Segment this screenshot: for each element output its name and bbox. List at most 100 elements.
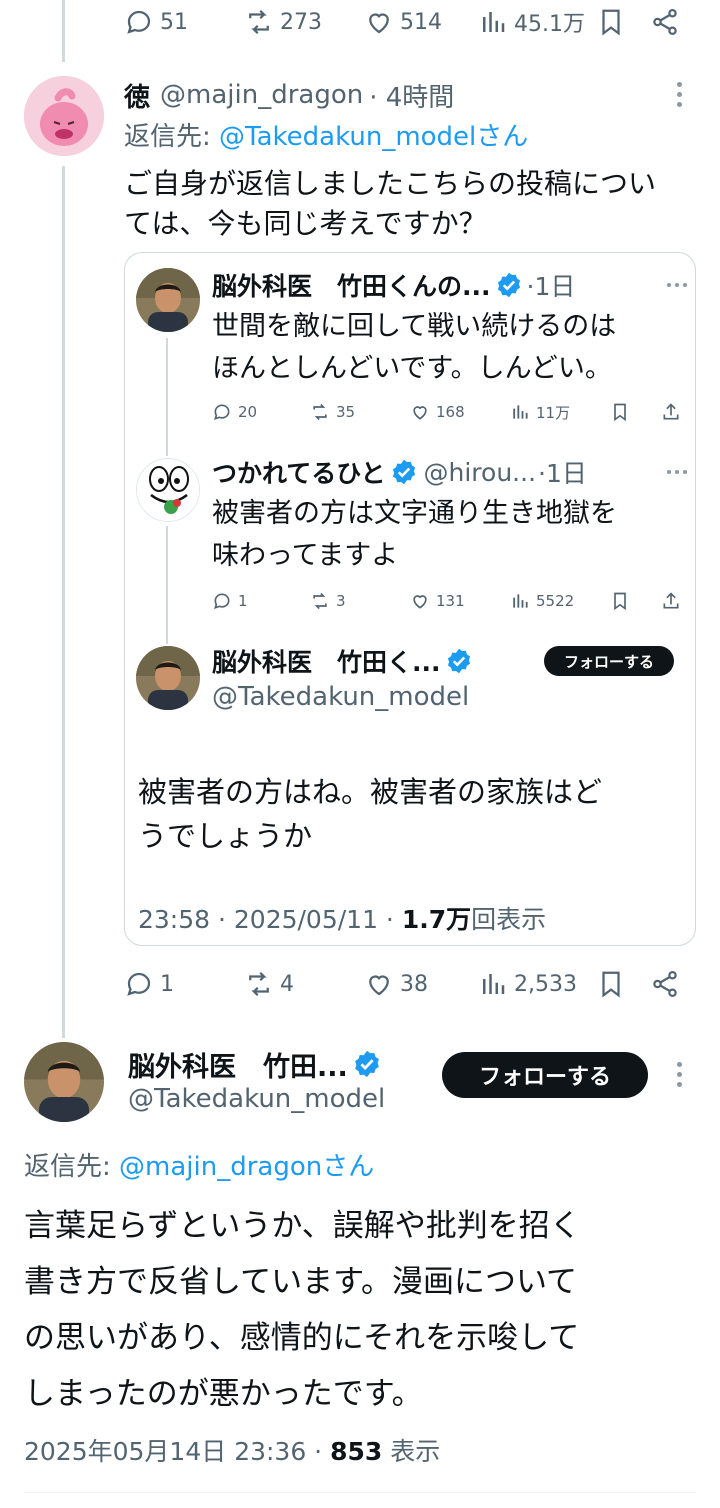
avatar-majin-dragon[interactable] xyxy=(24,76,104,156)
author-name[interactable]: 脳外科医 竹田くんの... xyxy=(212,267,491,303)
more-options-icon[interactable] xyxy=(677,1062,682,1087)
avatar-takeda[interactable] xyxy=(136,646,200,710)
bookmark-icon xyxy=(602,971,620,998)
bookmark-button[interactable] xyxy=(610,586,630,616)
quote2-text: 被害者の方は文字通り生き地獄を 味わってますよ xyxy=(212,493,617,577)
like-button[interactable]: 168 xyxy=(410,397,465,427)
share-button[interactable] xyxy=(661,586,681,616)
replying-prefix: 返信先: xyxy=(24,1152,120,1182)
retweet-button[interactable]: 3 xyxy=(310,586,346,616)
follow-button[interactable]: フォローする xyxy=(544,646,674,676)
post-timestamp[interactable]: 23:58 · 2025/05/11 · xyxy=(138,905,402,934)
quote-thread-line xyxy=(166,526,168,644)
quote1-text: 世間を敵に回して戦い続けるのは ほんとしんどいです。しんどい。 xyxy=(212,306,616,390)
reply-button[interactable]: 20 xyxy=(212,397,257,427)
quote3-text-line: うでしょうか xyxy=(138,819,313,853)
like-count: 131 xyxy=(436,592,465,610)
reply-icon xyxy=(214,593,230,609)
quote2-text-line: 味わってますよ xyxy=(212,540,399,571)
retweet-icon xyxy=(249,9,269,35)
like-count: 514 xyxy=(400,9,442,35)
main-text-line: 書き方で反省しています。漫画について xyxy=(24,1264,578,1300)
author-name[interactable]: 脳外科医 竹田... xyxy=(128,1045,348,1084)
quote1-text-line: ほんとしんどいです。しんどい。 xyxy=(212,353,612,384)
verified-badge-icon xyxy=(392,459,415,485)
author-name[interactable]: 脳外科医 竹田く... xyxy=(212,643,441,679)
reply-icon xyxy=(127,972,151,996)
reply-icon xyxy=(214,404,230,420)
retweet-button[interactable]: 273 xyxy=(244,0,322,44)
author-handle[interactable]: @hirou... xyxy=(424,458,537,487)
like-button[interactable]: 131 xyxy=(410,586,465,616)
bookmark-button[interactable] xyxy=(596,0,626,44)
views-count: 11万 xyxy=(536,403,571,422)
like-count: 38 xyxy=(400,971,428,997)
like-button[interactable]: 38 xyxy=(364,962,428,1006)
bookmark-button[interactable] xyxy=(596,962,626,1006)
quote3-header: 脳外科医 竹田く... xyxy=(212,644,473,678)
more-options-icon[interactable] xyxy=(677,82,682,107)
author-handle[interactable]: @Takedakun_model xyxy=(212,682,469,712)
retweet-button[interactable]: 4 xyxy=(244,962,294,1006)
post-time[interactable]: ·1日 xyxy=(538,454,587,490)
retweet-button[interactable]: 35 xyxy=(310,397,355,427)
author-name[interactable]: つかれてるひと xyxy=(212,454,386,490)
follow-button[interactable]: フォローする xyxy=(442,1052,648,1098)
reply-button[interactable]: 1 xyxy=(124,962,174,1006)
replying-to-link[interactable]: @majin_dragonさん xyxy=(119,1152,374,1182)
like-count: 168 xyxy=(436,403,465,421)
avatar-hirou[interactable] xyxy=(136,458,200,522)
views-icon xyxy=(483,974,505,994)
heart-icon xyxy=(413,406,427,420)
bookmark-icon xyxy=(614,403,626,422)
post-time[interactable]: · 4時間 xyxy=(369,77,454,114)
main-text-line: しまったのが悪かったです。 xyxy=(24,1376,423,1412)
share-button[interactable] xyxy=(650,0,680,44)
more-options-icon[interactable] xyxy=(667,470,687,474)
views-button[interactable]: 45.1万 xyxy=(478,0,585,44)
share-up-icon xyxy=(663,592,679,609)
heart-icon xyxy=(369,975,389,996)
reply1-text-line: ご自身が返信しましたこちらの投稿につい xyxy=(124,167,657,200)
quote3-meta: 23:58 · 2025/05/11 · 1.7万回表示 xyxy=(138,900,546,936)
views-count: 45.1万 xyxy=(514,12,585,37)
reply-count: 20 xyxy=(238,403,258,421)
quote1-text-line: 世間を敵に回して戦い続けるのは xyxy=(212,311,617,342)
post-timestamp[interactable]: 2025年05月14日 23:36 · xyxy=(24,1437,330,1466)
verified-badge-icon xyxy=(497,272,520,298)
main-header: 脳外科医 竹田... xyxy=(128,1045,382,1084)
retweet-count: 3 xyxy=(336,592,346,610)
post-time[interactable]: ·1日 xyxy=(527,267,576,303)
replying-to: 返信先: @Takedakun_modelさん xyxy=(124,116,528,153)
author-name[interactable]: 徳 xyxy=(124,77,150,114)
retweet-count: 273 xyxy=(280,9,322,35)
author-handle[interactable]: @Takedakun_model xyxy=(128,1084,385,1114)
like-button[interactable]: 514 xyxy=(364,0,442,44)
retweet-count: 4 xyxy=(280,971,294,997)
replying-to-link[interactable]: @Takedakun_modelさん xyxy=(219,122,528,152)
bookmark-icon xyxy=(614,592,626,611)
views-button[interactable]: 11万 xyxy=(510,397,570,427)
reply-count: 1 xyxy=(238,592,248,610)
bookmark-button[interactable] xyxy=(610,397,630,427)
views-number: 853 xyxy=(330,1437,383,1466)
avatar-takeda[interactable] xyxy=(136,268,200,332)
quote2-header: つかれてるひと @hirou... ·1日 xyxy=(212,455,587,489)
more-options-icon[interactable] xyxy=(667,283,687,287)
reply-icon xyxy=(127,10,151,34)
verified-badge-icon xyxy=(354,1050,379,1078)
views-button[interactable]: 5522 xyxy=(510,586,574,616)
share-button[interactable] xyxy=(661,397,681,427)
bookmark-icon xyxy=(602,9,620,36)
top-action-bar: 51 273 514 45.1万 xyxy=(0,0,720,44)
reply-button[interactable]: 1 xyxy=(212,586,248,616)
share-button[interactable] xyxy=(650,962,680,1006)
views-button[interactable]: 2,533 xyxy=(478,962,577,1006)
reply-count: 1 xyxy=(160,971,174,997)
retweet-icon xyxy=(313,592,327,610)
avatar-takeda[interactable] xyxy=(24,1042,104,1122)
author-handle[interactable]: @majin_dragon xyxy=(160,80,363,110)
main-text-line: 言葉足らずというか、誤解や批判を招く xyxy=(24,1208,581,1244)
verified-badge-icon xyxy=(447,648,470,674)
reply-button[interactable]: 51 xyxy=(124,0,188,44)
